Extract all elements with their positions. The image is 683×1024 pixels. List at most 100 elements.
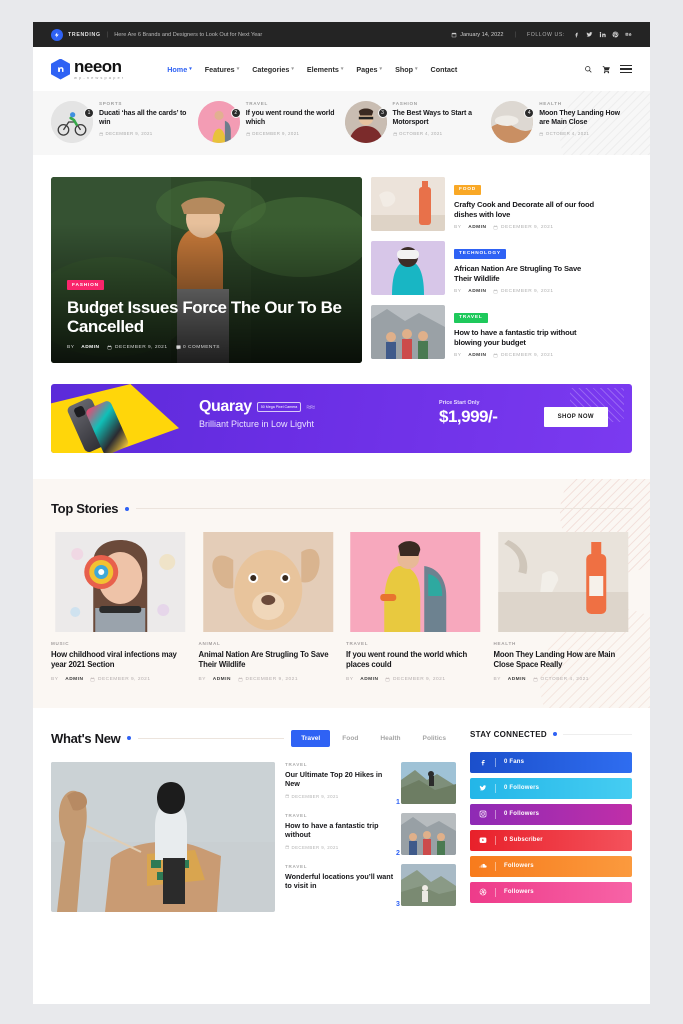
search-icon[interactable]: [584, 65, 593, 74]
logo-tagline: wp-newspaper: [74, 75, 126, 80]
social-facebook[interactable]: 0 Fans: [470, 751, 632, 773]
trending-card[interactable]: 1 SPORTS Ducati ‘has all the cards’ to w…: [51, 101, 192, 143]
tab-food[interactable]: Food: [332, 730, 368, 747]
calendar-icon: [285, 845, 289, 850]
trending-card[interactable]: 4 HEALTH Moon They Landing How are Main …: [491, 101, 632, 143]
trending-headline[interactable]: Here Are 6 Brands and Designers to Look …: [114, 32, 262, 38]
hero-comments: 0 COMMENTS: [175, 345, 220, 350]
trending-card-number: 4: [524, 108, 535, 118]
trending-card[interactable]: 2 TRAVEL If you went round the world whi…: [197, 101, 339, 143]
facebook-icon[interactable]: [573, 31, 580, 38]
hero-body: FASHION Budget Issues Force The Our To B…: [67, 273, 346, 350]
tab-travel[interactable]: Travel: [291, 729, 331, 747]
hero-category-badge[interactable]: FASHION: [67, 280, 104, 291]
linkedin-icon[interactable]: [599, 31, 606, 38]
nav-item-features[interactable]: Features ▾: [205, 65, 239, 74]
trending-card-title: Moon They Landing How are Main Close: [539, 110, 620, 127]
follow-us-label: FOLLOW US:: [527, 31, 565, 38]
whats-new-feature-image[interactable]: [51, 761, 275, 912]
nav-item-home-label: Home: [167, 64, 188, 74]
whats-new-item[interactable]: TRAVEL Wonderful locations you’ll want t…: [285, 863, 456, 908]
section-dot-icon: [127, 736, 132, 741]
side-article-item[interactable]: TRAVEL How to have a fantastic trip with…: [371, 305, 596, 359]
hero-article[interactable]: FASHION Budget Issues Force The Our To B…: [51, 177, 362, 363]
story-title: Moon They Landing How are Main Close Spa…: [493, 650, 616, 670]
trending-card-date-text: DECEMBER 9, 2021: [105, 131, 153, 137]
trending-card-category: SPORTS: [99, 101, 123, 106]
nav-item-shop[interactable]: Shop ▾: [395, 65, 417, 74]
whats-new-section: What's New Travel Food Health Politics T…: [33, 708, 650, 912]
whats-new-item-date: DECEMBER 9, 2021: [285, 845, 394, 850]
story-card[interactable]: ANIMAL Animal Nation Are Strugling To Sa…: [199, 532, 338, 682]
whats-new-item[interactable]: TRAVEL How to have a fantastic trip with…: [285, 812, 456, 857]
side-article-item[interactable]: FOOD Crafty Cook and Decorate all of our…: [371, 177, 596, 231]
site-logo[interactable]: neeon wp-newspaper: [51, 58, 125, 80]
story-card[interactable]: HEALTH Moon They Landing How are Main Cl…: [494, 532, 633, 682]
social-instagram[interactable]: 0 Followers: [470, 803, 632, 825]
story-card[interactable]: TRAVEL If you went round the world which…: [346, 532, 485, 682]
ad-banner[interactable]: Quaray 50 Mega Pixel Camera ≈≈ Brilliant…: [51, 384, 632, 453]
side-article-badge[interactable]: TECHNOLOGY: [454, 248, 506, 259]
ad-brand-block: Quaray 50 Mega Pixel Camera ≈≈ Brilliant…: [199, 398, 315, 429]
nav-item-home[interactable]: Home ▾: [167, 65, 192, 74]
trending-card-date: DECEMBER 9, 2021: [246, 131, 339, 136]
trending-card-date: DECEMBER 9, 2021: [99, 131, 192, 136]
whats-new-item[interactable]: TRAVEL Our Ultimate Top 20 Hikes in New …: [285, 761, 456, 806]
tab-politics[interactable]: Politics: [413, 730, 456, 747]
nav-item-categories[interactable]: Categories ▾: [252, 65, 294, 74]
hero-title: Budget Issues Force The Our To Be Cancel…: [67, 297, 342, 337]
menu-icon[interactable]: [620, 65, 632, 73]
side-article-badge[interactable]: TRAVEL: [454, 312, 488, 323]
story-date: DECEMBER 9, 2021: [238, 677, 298, 682]
social-youtube[interactable]: 0 Subscriber: [470, 829, 632, 851]
social-soundcloud[interactable]: Followers: [470, 855, 632, 877]
social-twitter[interactable]: 0 Followers: [470, 777, 632, 799]
trending-card-title: If you went round the world which: [245, 110, 335, 127]
calendar-icon: [285, 794, 289, 799]
cart-icon[interactable]: [602, 65, 611, 74]
topbar-date-text: January 14, 2022: [460, 31, 504, 38]
instagram-icon: [479, 810, 487, 818]
shop-now-button[interactable]: SHOP NOW: [543, 407, 608, 427]
social-divider: [495, 835, 496, 845]
calendar-icon: [238, 677, 243, 682]
soundcloud-icon: [479, 864, 487, 868]
whats-new-item-text: TRAVEL Wonderful locations you’ll want t…: [285, 864, 394, 891]
twitter-icon[interactable]: [586, 31, 593, 38]
trending-card-date: OCTOBER 4, 2021: [393, 131, 486, 136]
nav-item-contact[interactable]: Contact: [431, 65, 458, 74]
twitter-icon: [479, 785, 487, 791]
social-instagram-count: 0 Followers: [504, 811, 540, 818]
trending-card-date: OCTOBER 4, 2021: [539, 131, 632, 136]
nav-item-pages[interactable]: Pages ▾: [356, 65, 382, 74]
featured-section: FASHION Budget Issues Force The Our To B…: [33, 155, 650, 363]
ad-tagline: Brilliant Picture in Low Ligvht: [199, 419, 315, 429]
behance-icon[interactable]: [625, 31, 632, 38]
hero-meta: BY ADMIN DECEMBER 9, 2021 0 COMMENTS: [67, 345, 346, 350]
story-card[interactable]: MUSIC How childhood viral infections may…: [51, 532, 190, 682]
side-article-item[interactable]: TECHNOLOGY African Nation Are Strugling …: [371, 241, 596, 295]
whats-new-item-category: TRAVEL: [285, 863, 308, 869]
stay-connected-header: STAY CONNECTED: [470, 730, 632, 739]
side-article-date: DECEMBER 9, 2021: [493, 353, 553, 358]
trending-card[interactable]: 3 FASHION The Best Ways to Start a Motor…: [344, 101, 486, 143]
tab-health[interactable]: Health: [370, 730, 410, 747]
featured-side-list: FOOD Crafty Cook and Decorate all of our…: [371, 177, 596, 363]
calendar-icon: [539, 132, 544, 136]
chevron-down-icon: ▾: [379, 66, 383, 72]
nav-item-elements[interactable]: Elements ▾: [307, 65, 343, 74]
social-dribbble[interactable]: Followers: [470, 881, 632, 903]
side-article-meta: BY ADMIN DECEMBER 9, 2021: [454, 353, 596, 358]
side-article-author: BY ADMIN: [454, 353, 487, 359]
main-nav: Home ▾ Features ▾ Categories ▾ Elements …: [167, 65, 457, 74]
logo-name: neeon: [74, 57, 122, 76]
chevron-down-icon: ▾: [236, 66, 240, 72]
top-stories-section: Top Stories MUSIC How childhood viral in…: [33, 479, 650, 708]
calendar-icon: [494, 289, 498, 294]
trending-strip: 1 SPORTS Ducati ‘has all the cards’ to w…: [33, 91, 650, 155]
ad-price-value: $1,999/-: [439, 407, 498, 426]
pinterest-icon[interactable]: [612, 31, 619, 38]
side-article-badge[interactable]: FOOD: [454, 184, 482, 195]
whats-new-list: TRAVEL Our Ultimate Top 20 Hikes in New …: [285, 761, 456, 912]
trending-card-body: TRAVEL If you went round the world which…: [246, 101, 339, 136]
